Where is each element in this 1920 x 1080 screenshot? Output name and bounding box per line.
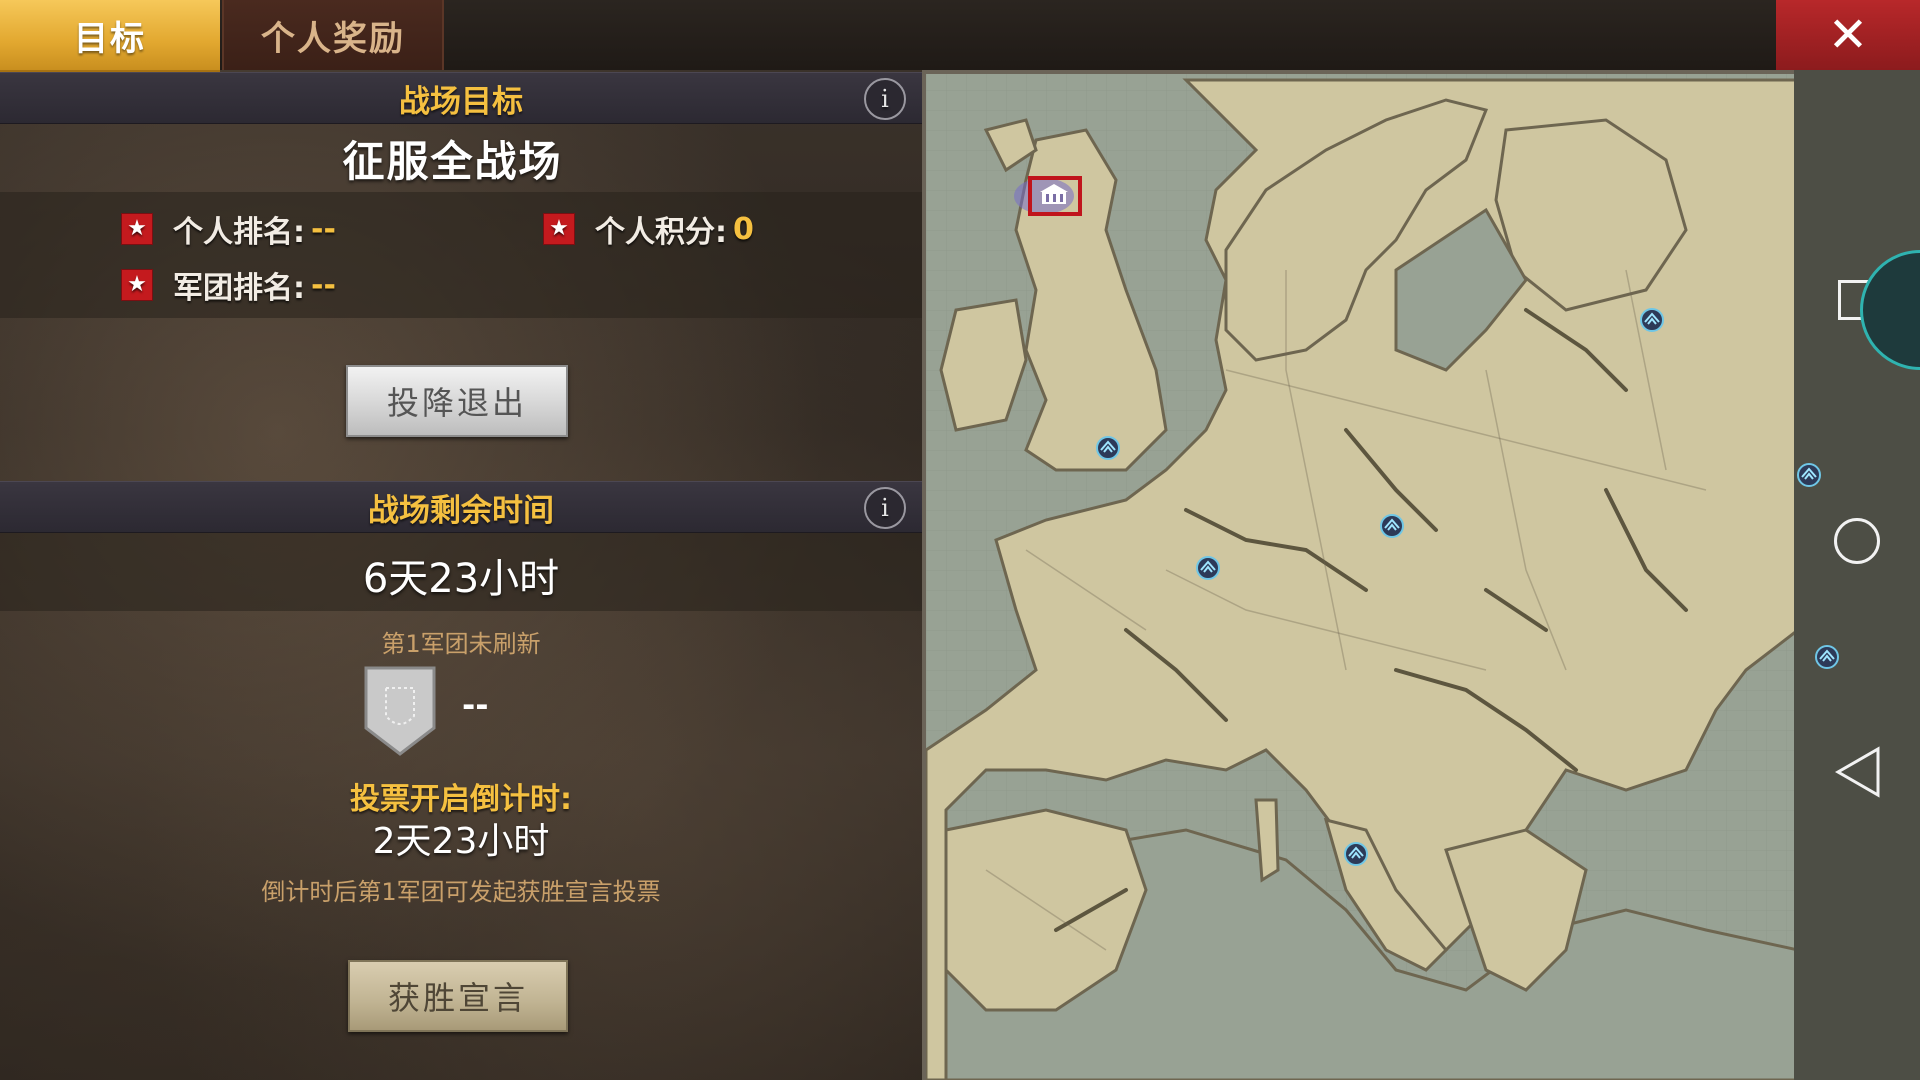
top-tab-bar: 目标 个人奖励 ✕ — [0, 0, 1920, 73]
personal-score-label: 个人积分: — [595, 215, 727, 250]
eagle-marker-southeast[interactable] — [1812, 642, 1842, 672]
close-icon: ✕ — [1827, 7, 1869, 63]
battlefield-map[interactable] — [922, 70, 1794, 1080]
remaining-time-info-button[interactable]: i — [864, 487, 906, 529]
battle-objective-heading: 战场目标 — [399, 83, 523, 120]
eagle-marker-germany[interactable] — [1380, 514, 1404, 538]
home-icon[interactable] — [1834, 518, 1880, 564]
eagle-marker-britain[interactable] — [1096, 436, 1120, 460]
battle-objective-header: 战场目标 i — [0, 72, 922, 124]
legion-value: -- — [462, 686, 489, 724]
personal-score: ★ 个人积分: 0 — [543, 207, 754, 251]
legion-status-text: 第1军团未刷新 — [381, 630, 541, 658]
objective-title: 征服全战场 — [342, 137, 563, 186]
legion-rank-label: 军团排名: — [173, 271, 305, 306]
info-icon: i — [881, 494, 889, 522]
personal-rank-label: 个人排名: — [173, 215, 305, 250]
system-nav-bar — [1794, 70, 1920, 1080]
surrender-button[interactable]: 投降退出 — [346, 365, 568, 437]
close-button[interactable]: ✕ — [1776, 0, 1920, 70]
vote-note: 倒计时后第1军团可发起获胜宣言投票 — [261, 878, 661, 906]
star-icon: ★ — [543, 213, 575, 245]
eagle-marker-baltic[interactable] — [1640, 308, 1664, 332]
eagle-marker-france[interactable] — [1196, 556, 1220, 580]
legion-rank: ★ 军团排名: -- — [121, 263, 336, 307]
legion-shield-icon — [364, 666, 436, 756]
eagle-marker-east[interactable] — [1794, 460, 1824, 490]
europe-map — [926, 70, 1794, 1080]
info-icon: i — [881, 85, 889, 113]
personal-rank-value: -- — [311, 211, 336, 247]
remaining-time-header: 战场剩余时间 i — [0, 481, 922, 533]
eagle-marker-italy[interactable] — [1344, 842, 1368, 866]
back-icon[interactable] — [1834, 746, 1882, 798]
personal-rank: ★ 个人排名: -- — [121, 207, 336, 251]
remaining-time-value: 6天23小时 — [362, 556, 560, 602]
tab-personal-rewards[interactable]: 个人奖励 — [222, 0, 444, 70]
tab-objective[interactable]: 目标 — [0, 0, 220, 73]
star-icon: ★ — [121, 213, 153, 245]
floating-assistant-icon[interactable] — [1860, 250, 1920, 370]
objective-info-button[interactable]: i — [864, 78, 906, 120]
vote-countdown-value: 2天23小时 — [372, 821, 550, 862]
star-icon: ★ — [121, 269, 153, 301]
legion-rank-value: -- — [311, 267, 336, 303]
remaining-time-heading: 战场剩余时间 — [368, 492, 554, 529]
victory-declaration-button[interactable]: 获胜宣言 — [348, 960, 568, 1032]
personal-score-value: 0 — [733, 211, 754, 247]
